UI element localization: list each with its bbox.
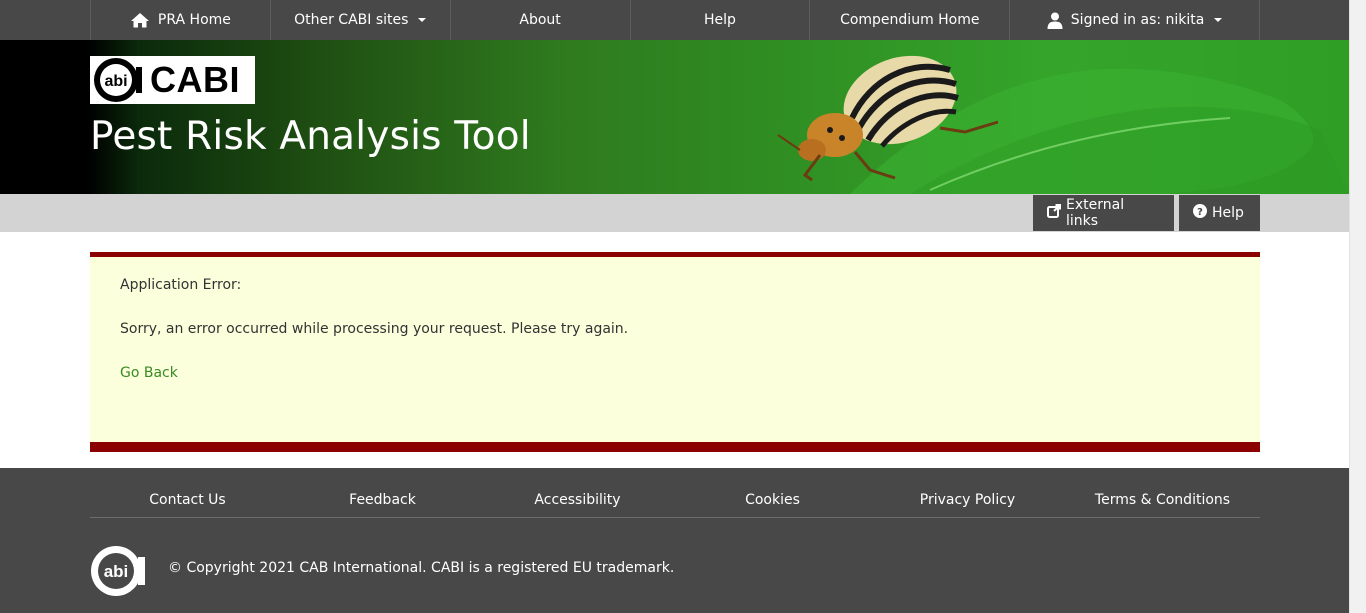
beetle-leaf-image [777, 55, 1349, 194]
error-heading: Application Error: [120, 277, 242, 293]
error-panel: Application Error: Sorry, an error occur… [90, 252, 1260, 452]
svg-text:abi: abi [104, 562, 129, 581]
footer-links: Contact Us Feedback Accessibility Cookie… [90, 484, 1260, 518]
copyright-text: © Copyright 2021 CAB International. CABI… [168, 560, 675, 576]
nav-other-sites-label: Other CABI sites [294, 12, 409, 28]
svg-text:abi: abi [104, 73, 127, 90]
nav-about-label: About [519, 12, 561, 28]
nav-compendium-home-label: Compendium Home [840, 12, 980, 28]
footer-link-feedback[interactable]: Feedback [285, 484, 480, 517]
home-icon [130, 12, 150, 28]
caret-down-icon [418, 18, 427, 22]
footer-link-privacy-policy[interactable]: Privacy Policy [870, 484, 1065, 517]
question-circle-icon: ? [1193, 204, 1207, 222]
user-icon [1047, 12, 1063, 29]
nav-user-menu[interactable]: Signed in as: nikita [1010, 0, 1260, 40]
page-title: Pest Risk Analysis Tool [90, 114, 531, 159]
footer-link-cookies[interactable]: Cookies [675, 484, 870, 517]
nav-help[interactable]: Help [631, 0, 811, 40]
nav-pra-home-label: PRA Home [157, 12, 231, 28]
cabi-logo: abi CABI [90, 56, 255, 104]
nav-user-menu-label: Signed in as: nikita [1070, 12, 1205, 28]
footer-link-accessibility[interactable]: Accessibility [480, 484, 675, 517]
external-link-icon [1047, 204, 1061, 222]
header-banner: abi CABI Pest Risk Analysis Tool [0, 40, 1349, 194]
footer: Contact Us Feedback Accessibility Cookie… [0, 468, 1349, 613]
external-links-label: External links [1066, 197, 1125, 229]
help-button[interactable]: ? Help [1179, 195, 1260, 231]
cabi-logo-text: CABI [150, 59, 240, 100]
cabi-logo-icon: abi [94, 58, 142, 102]
footer-link-terms-conditions[interactable]: Terms & Conditions [1065, 484, 1260, 517]
nav-about[interactable]: About [451, 0, 631, 40]
nav-pra-home[interactable]: PRA Home [91, 0, 271, 40]
error-message: Sorry, an error occurred while processin… [120, 321, 629, 337]
cabi-footer-logo-icon: abi [91, 546, 145, 596]
nav-help-label: Help [703, 12, 736, 28]
top-navbar-inner: PRA Home Other CABI sites About Help Com… [90, 0, 1260, 40]
toolbar-strip: External links ? Help [0, 194, 1349, 232]
caret-down-icon [1214, 18, 1223, 22]
footer-link-contact-us[interactable]: Contact Us [90, 484, 285, 517]
help-button-label: Help [1212, 205, 1244, 221]
vertical-scrollbar[interactable] [1349, 0, 1366, 613]
nav-compendium-home[interactable]: Compendium Home [810, 0, 1011, 40]
nav-other-sites[interactable]: Other CABI sites [271, 0, 451, 40]
svg-text:?: ? [1197, 207, 1203, 218]
external-links-button[interactable]: External links [1033, 195, 1174, 231]
go-back-link[interactable]: Go Back [120, 365, 178, 381]
top-navbar: PRA Home Other CABI sites About Help Com… [0, 0, 1349, 40]
